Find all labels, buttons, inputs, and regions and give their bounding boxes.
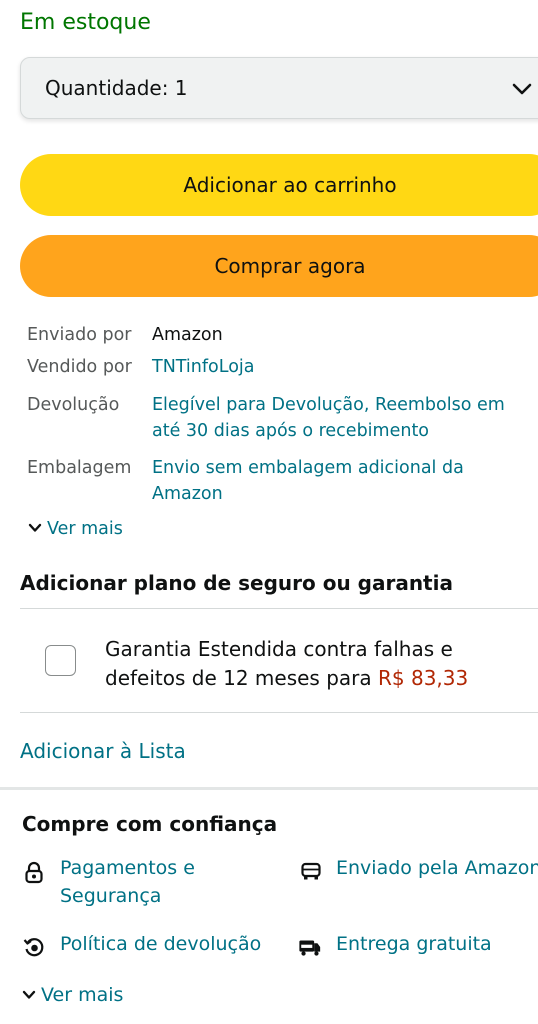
returns-policy-line2: até 30 dias após o recebimento [152,421,430,441]
sold-by-label: Vendido por [27,357,132,377]
trust-item-payments[interactable]: Pagamentos e Segurança [60,854,195,910]
packaging-line1: Envio sem embalagem adicional da [152,458,464,478]
trust-item-free-delivery[interactable]: Entrega gratuita [336,930,492,958]
warranty-line2-text: defeitos de 12 meses para [105,666,372,690]
warranty-option[interactable]: Garantia Estendida contra falhas e defei… [105,635,468,693]
returns-policy-link[interactable]: Elegível para Devolução, Reembolso em at… [152,392,505,444]
packaging-line2: Amazon [152,484,223,504]
divider [20,608,538,609]
divider [20,712,538,713]
trust-see-more-label: Ver mais [41,984,124,1006]
seller-link[interactable]: TNTinfoLoja [152,354,255,380]
details-see-more-label: Ver mais [47,519,123,539]
warranty-checkbox[interactable] [45,645,76,676]
quantity-label: Quantidade: 1 [45,76,188,100]
trust-item-payments-line2: Segurança [60,885,162,907]
trust-item-return-policy-line1: Política de devolução [60,933,262,955]
add-to-list-link[interactable]: Adicionar à Lista [20,739,186,763]
returns-label: Devolução [27,395,120,415]
quantity-select[interactable]: Quantidade: 1 [20,57,538,119]
trust-item-payments-line1: Pagamentos e [60,857,195,879]
details-see-more-link[interactable]: Ver mais [28,519,123,539]
lock-icon [25,861,43,884]
return-policy-icon [23,938,44,957]
section-divider [0,787,538,790]
warranty-line1: Garantia Estendida contra falhas e [105,637,453,661]
trust-item-fulfilled[interactable]: Enviado pela Amazon [336,854,538,882]
shipped-by-value: Amazon [152,325,223,345]
chevron-down-icon [22,990,36,999]
free-delivery-truck-icon [299,940,321,956]
trust-see-more-link[interactable]: Ver mais [22,984,123,1006]
warranty-price: R$ 83,33 [378,666,469,690]
trust-item-fulfilled-line1: Enviado pela Amazon [336,857,538,879]
add-to-cart-button[interactable]: Adicionar ao carrinho [20,154,538,216]
trust-item-return-policy[interactable]: Política de devolução [60,930,261,958]
warranty-line2: defeitos de 12 meses para R$ 83,33 [105,664,468,693]
stock-status: Em estoque [20,10,151,35]
trust-heading: Compre com confiança [22,812,278,836]
protection-heading: Adicionar plano de seguro ou garantia [20,571,453,595]
returns-policy-line1: Elegível para Devolução, Reembolso em [152,395,505,415]
truck-icon [301,862,321,880]
buy-now-button[interactable]: Comprar agora [20,235,538,297]
packaging-link[interactable]: Envio sem embalagem adicional da Amazon [152,455,464,507]
trust-item-free-delivery-line1: Entrega gratuita [336,933,492,955]
packaging-label: Embalagem [27,458,132,478]
chevron-down-icon [28,523,42,532]
chevron-down-icon [512,83,532,95]
shipped-by-label: Enviado por [27,325,132,345]
